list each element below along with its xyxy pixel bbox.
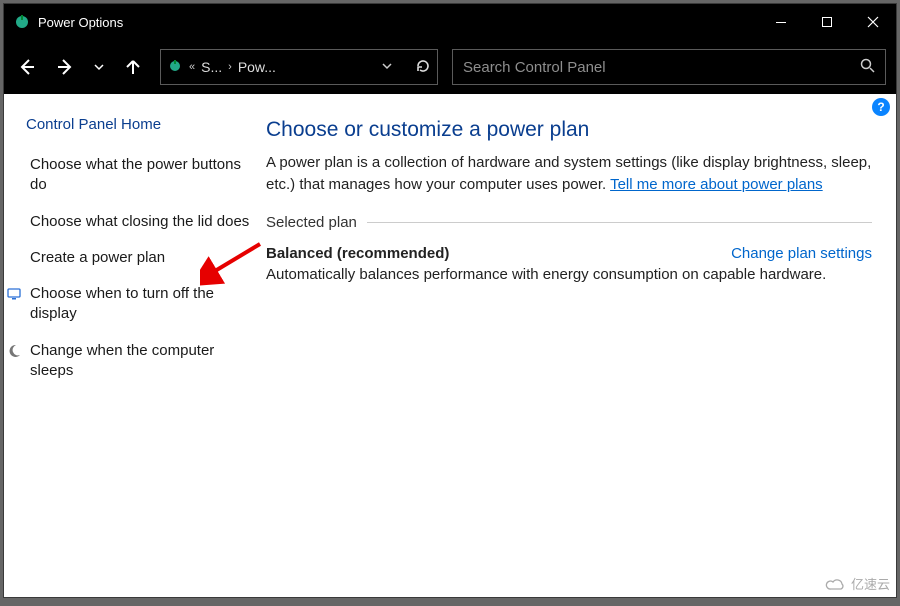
address-bar[interactable]: « S... › Pow... (160, 49, 438, 85)
navbar: « S... › Pow... Search Control Panel (4, 40, 896, 94)
back-button[interactable] (10, 50, 44, 84)
address-icon (167, 58, 183, 77)
watermark: 亿速云 (825, 574, 890, 593)
main-panel: Choose or customize a power plan A power… (264, 94, 896, 597)
section-label: Selected plan (266, 214, 357, 231)
minimize-button[interactable] (758, 4, 804, 40)
content-area: ? Control Panel Home Choose what the pow… (4, 94, 896, 597)
learn-more-link[interactable]: Tell me more about power plans (610, 176, 823, 193)
monitor-icon (6, 284, 22, 325)
page-description: A power plan is a collection of hardware… (266, 152, 872, 196)
sidebar-item-label: Change when the computer sleeps (30, 341, 252, 382)
breadcrumb-current[interactable]: Pow... (238, 59, 276, 75)
window-title: Power Options (38, 15, 123, 30)
plan-description: Automatically balances performance with … (266, 266, 872, 283)
sidebar: Control Panel Home Choose what the power… (4, 94, 264, 597)
recent-dropdown[interactable] (86, 50, 112, 84)
page-heading: Choose or customize a power plan (266, 118, 872, 142)
sidebar-item-power-buttons[interactable]: Choose what the power buttons do (26, 155, 252, 196)
divider (367, 222, 872, 223)
sidebar-item-computer-sleeps[interactable]: Change when the computer sleeps (26, 341, 252, 382)
chevron-left-icon: « (189, 61, 195, 73)
sidebar-item-label: Choose what the power buttons do (30, 155, 252, 196)
forward-button[interactable] (48, 50, 82, 84)
sidebar-item-closing-lid[interactable]: Choose what closing the lid does (26, 212, 252, 232)
maximize-button[interactable] (804, 4, 850, 40)
control-panel-home-link[interactable]: Control Panel Home (26, 116, 252, 133)
sidebar-item-create-plan[interactable]: Create a power plan (26, 248, 252, 268)
sidebar-item-label: Choose when to turn off the display (30, 284, 252, 325)
search-placeholder: Search Control Panel (463, 59, 859, 76)
window-frame: Power Options « S... (3, 3, 897, 598)
sidebar-item-label: Create a power plan (30, 248, 165, 268)
sidebar-item-label: Choose what closing the lid does (30, 212, 249, 232)
search-icon[interactable] (859, 57, 875, 77)
change-plan-settings-link[interactable]: Change plan settings (731, 245, 872, 262)
up-button[interactable] (116, 50, 150, 84)
chevron-right-icon: › (228, 61, 232, 73)
close-button[interactable] (850, 4, 896, 40)
app-icon (14, 14, 30, 30)
section-header: Selected plan (266, 214, 872, 231)
plan-name: Balanced (recommended) (266, 245, 449, 262)
breadcrumb-root[interactable]: S... (201, 59, 222, 75)
moon-icon (6, 341, 22, 382)
titlebar: Power Options (4, 4, 896, 40)
refresh-button[interactable] (415, 58, 431, 77)
search-box[interactable]: Search Control Panel (452, 49, 886, 85)
sidebar-item-turn-off-display[interactable]: Choose when to turn off the display (26, 284, 252, 325)
address-dropdown-icon[interactable] (381, 59, 393, 75)
